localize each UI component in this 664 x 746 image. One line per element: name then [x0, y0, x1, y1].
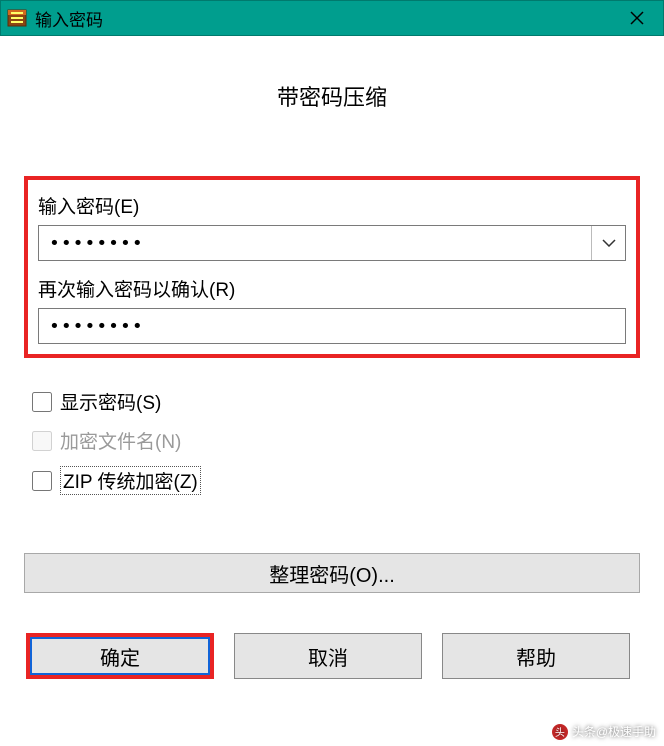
watermark-text: 头条@极速手助: [572, 723, 656, 740]
ok-button-highlight: 确定: [26, 633, 214, 679]
dialog-content: 带密码压缩 输入密码(E) 再次输入密码以确认(R) 显示密码(S) 加密文件名…: [0, 36, 664, 695]
help-button[interactable]: 帮助: [442, 633, 630, 679]
help-button-wrap: 帮助: [442, 633, 630, 679]
watermark-icon: 头: [552, 724, 568, 740]
confirm-password-input[interactable]: [49, 316, 625, 337]
enter-password-row: [38, 225, 626, 261]
watermark: 头 头条@极速手助: [552, 723, 656, 740]
encrypt-names-label: 加密文件名(N): [60, 427, 181, 454]
encrypt-names-input: [32, 431, 52, 451]
titlebar-title: 输入密码: [35, 6, 615, 31]
confirm-password-label: 再次输入密码以确认(R): [38, 275, 626, 302]
password-dropdown-chevron[interactable]: [591, 226, 625, 260]
enter-password-input[interactable]: [49, 233, 591, 254]
password-section-highlight: 输入密码(E) 再次输入密码以确认(R): [24, 176, 640, 358]
show-password-label: 显示密码(S): [60, 388, 161, 415]
checkbox-group: 显示密码(S) 加密文件名(N) ZIP 传统加密(Z): [32, 388, 640, 495]
cancel-button-wrap: 取消: [234, 633, 422, 679]
cancel-button[interactable]: 取消: [234, 633, 422, 679]
dialog-button-row: 确定 取消 帮助: [24, 633, 640, 679]
encrypt-names-checkbox: 加密文件名(N): [32, 427, 640, 454]
enter-password-label: 输入密码(E): [38, 192, 626, 219]
show-password-checkbox[interactable]: 显示密码(S): [32, 388, 640, 415]
show-password-input[interactable]: [32, 392, 52, 412]
confirm-password-row: [38, 308, 626, 344]
titlebar: 输入密码: [0, 0, 664, 36]
app-icon: [5, 6, 29, 30]
chevron-down-icon: [602, 239, 616, 247]
zip-legacy-checkbox[interactable]: ZIP 传统加密(Z): [32, 466, 640, 495]
ok-button[interactable]: 确定: [30, 637, 210, 675]
organize-passwords-button[interactable]: 整理密码(O)...: [24, 553, 640, 593]
zip-legacy-input[interactable]: [32, 471, 52, 491]
zip-legacy-label: ZIP 传统加密(Z): [60, 466, 201, 495]
dialog-heading: 带密码压缩: [24, 80, 640, 112]
close-button[interactable]: [615, 2, 659, 34]
